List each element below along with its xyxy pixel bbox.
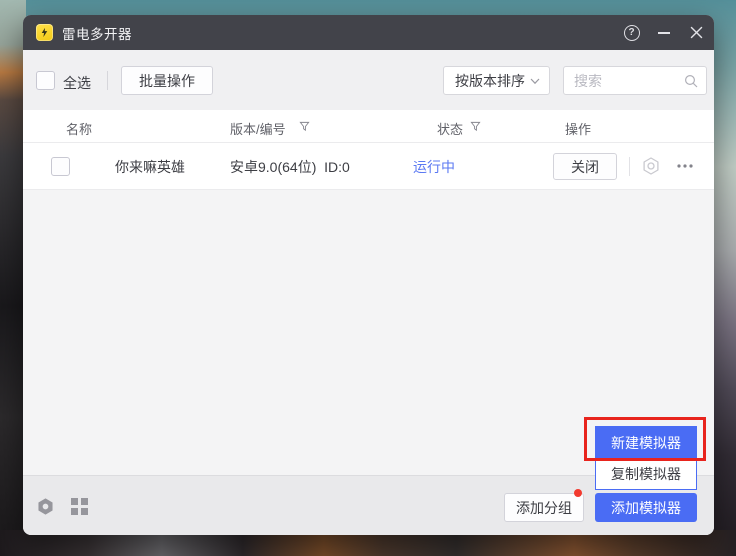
chevron-down-icon — [530, 78, 540, 85]
toolbar: 全选 批量操作 按版本排序 — [23, 50, 714, 110]
toolbar-divider — [107, 71, 108, 90]
column-header-name: 名称 — [66, 119, 92, 138]
sort-by-version-dropdown[interactable]: 按版本排序 — [443, 66, 550, 95]
notification-dot — [574, 489, 582, 497]
version-filter-icon[interactable] — [299, 121, 310, 132]
status-badge: 运行中 — [413, 157, 455, 177]
desktop-wallpaper: 雷电多开器 ? 全选 批量操作 按版本排序 — [0, 0, 736, 556]
search-input[interactable] — [574, 68, 679, 93]
column-header-status: 状态 — [437, 119, 463, 138]
table-row: 你来嘛英雄 安卓9.0(64位) ID:0 运行中 关闭 — [23, 143, 714, 190]
add-emulator-button[interactable]: 添加模拟器 — [595, 493, 697, 522]
question-mark-icon: ? — [624, 25, 640, 41]
menu-item-copy-emulator[interactable]: 复制模拟器 — [596, 458, 696, 489]
column-header-version: 版本/编号 — [230, 119, 286, 138]
row-settings-gear-icon[interactable] — [641, 156, 661, 179]
emulator-version: 安卓9.0(64位) ID:0 — [230, 157, 350, 177]
search-icon — [684, 74, 698, 88]
add-group-button[interactable]: 添加分组 — [504, 493, 584, 522]
row-ops-divider — [629, 157, 630, 176]
help-button[interactable]: ? — [623, 24, 640, 41]
emulator-name: 你来嘛英雄 — [115, 157, 185, 177]
settings-gear-icon[interactable] — [36, 497, 55, 519]
batch-operations-button[interactable]: 批量操作 — [121, 66, 213, 95]
status-filter-icon[interactable] — [470, 121, 481, 132]
stop-emulator-button[interactable]: 关闭 — [553, 153, 617, 180]
close-button[interactable] — [688, 24, 705, 41]
row-checkbox[interactable] — [51, 157, 70, 176]
minimize-icon — [658, 32, 670, 34]
minimize-button[interactable] — [655, 24, 672, 41]
sort-dropdown-value: 按版本排序 — [455, 71, 525, 91]
window-title: 雷电多开器 — [62, 23, 132, 43]
column-header-operations: 操作 — [565, 119, 591, 138]
grid-view-icon[interactable] — [71, 498, 88, 518]
search-box — [563, 66, 707, 95]
titlebar: 雷电多开器 ? — [23, 15, 714, 50]
select-all-label: 全选 — [63, 73, 91, 93]
ldplayer-multi-manager-window: 雷电多开器 ? 全选 批量操作 按版本排序 — [23, 15, 714, 535]
table-header-row: 名称 版本/编号 状态 操作 — [23, 110, 714, 143]
add-emulator-popup-menu: 新建模拟器 复制模拟器 — [595, 426, 697, 490]
more-actions-icon[interactable] — [675, 156, 695, 179]
close-icon — [690, 26, 703, 39]
app-logo-lightning-icon — [36, 24, 53, 41]
select-all-checkbox[interactable] — [36, 71, 55, 90]
menu-item-new-emulator[interactable]: 新建模拟器 — [596, 427, 696, 458]
